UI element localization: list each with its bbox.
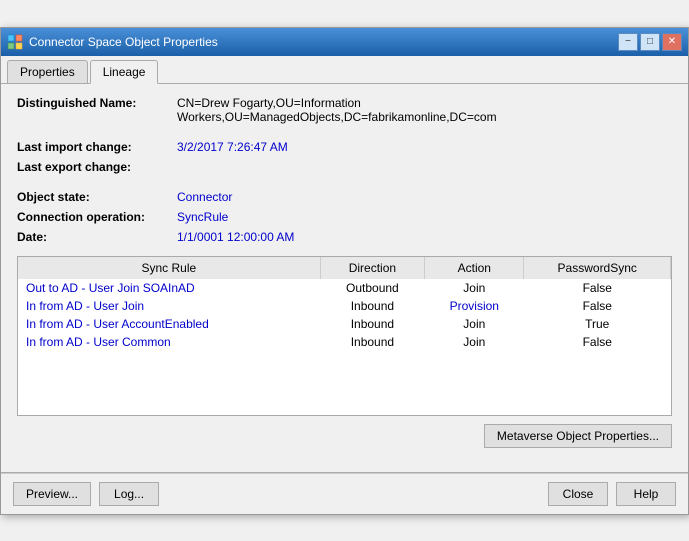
footer: Preview... Log... Close Help bbox=[1, 473, 688, 514]
metaverse-btn-row: Metaverse Object Properties... bbox=[17, 424, 672, 448]
connection-operation-label: Connection operation: bbox=[17, 210, 177, 224]
preview-button[interactable]: Preview... bbox=[13, 482, 91, 506]
action-cell: Provision bbox=[425, 297, 524, 315]
date-row: Date: 1/1/0001 12:00:00 AM bbox=[17, 230, 672, 244]
footer-right-buttons: Close Help bbox=[548, 482, 676, 506]
content-area: Distinguished Name: CN=Drew Fogarty,OU=I… bbox=[1, 84, 688, 464]
date-value: 1/1/0001 12:00:00 AM bbox=[177, 230, 294, 244]
passwordsync-cell: True bbox=[524, 315, 671, 333]
table-row: In from AD - User AccountEnabledInboundJ… bbox=[18, 315, 671, 333]
metaverse-properties-button[interactable]: Metaverse Object Properties... bbox=[484, 424, 672, 448]
sync-rule-cell[interactable]: In from AD - User AccountEnabled bbox=[18, 315, 320, 333]
col-action: Action bbox=[425, 257, 524, 279]
col-sync-rule: Sync Rule bbox=[18, 257, 320, 279]
table-row: In from AD - User JoinInboundProvisionFa… bbox=[18, 297, 671, 315]
object-state-row: Object state: Connector bbox=[17, 190, 672, 204]
col-passwordsync: PasswordSync bbox=[524, 257, 671, 279]
action-cell: Join bbox=[425, 333, 524, 351]
passwordsync-cell: False bbox=[524, 333, 671, 351]
distinguished-name-row: Distinguished Name: CN=Drew Fogarty,OU=I… bbox=[17, 96, 672, 124]
direction-cell: Outbound bbox=[320, 279, 424, 297]
object-state-value: Connector bbox=[177, 190, 232, 204]
action-cell: Join bbox=[425, 315, 524, 333]
sync-rule-cell[interactable]: Out to AD - User Join SOAInAD bbox=[18, 279, 320, 297]
minimize-button[interactable]: − bbox=[618, 33, 638, 51]
title-bar-buttons: − □ ✕ bbox=[618, 33, 682, 51]
window-icon bbox=[7, 34, 23, 50]
main-window: Connector Space Object Properties − □ ✕ … bbox=[0, 27, 689, 515]
date-label: Date: bbox=[17, 230, 177, 244]
passwordsync-cell: False bbox=[524, 297, 671, 315]
distinguished-name-value: CN=Drew Fogarty,OU=Information Workers,O… bbox=[177, 96, 672, 124]
table-row: Out to AD - User Join SOAInADOutboundJoi… bbox=[18, 279, 671, 297]
window-title: Connector Space Object Properties bbox=[29, 35, 218, 49]
close-window-button[interactable]: ✕ bbox=[662, 33, 682, 51]
maximize-button[interactable]: □ bbox=[640, 33, 660, 51]
connection-operation-row: Connection operation: SyncRule bbox=[17, 210, 672, 224]
last-export-label: Last export change: bbox=[17, 160, 177, 174]
last-import-value: 3/2/2017 7:26:47 AM bbox=[177, 140, 288, 154]
direction-cell: Inbound bbox=[320, 297, 424, 315]
tab-bar: Properties Lineage bbox=[1, 56, 688, 84]
action-cell: Join bbox=[425, 279, 524, 297]
tab-lineage[interactable]: Lineage bbox=[90, 60, 159, 84]
last-export-row: Last export change: bbox=[17, 160, 672, 174]
table-header-row: Sync Rule Direction Action PasswordSync bbox=[18, 257, 671, 279]
sync-rule-cell[interactable]: In from AD - User Common bbox=[18, 333, 320, 351]
sync-rule-cell[interactable]: In from AD - User Join bbox=[18, 297, 320, 315]
connection-operation-value: SyncRule bbox=[177, 210, 228, 224]
sync-rules-table-container: Sync Rule Direction Action PasswordSync … bbox=[17, 256, 672, 416]
distinguished-name-label: Distinguished Name: bbox=[17, 96, 177, 110]
close-button[interactable]: Close bbox=[548, 482, 608, 506]
help-button[interactable]: Help bbox=[616, 482, 676, 506]
footer-left-buttons: Preview... Log... bbox=[13, 482, 159, 506]
sync-rules-table: Sync Rule Direction Action PasswordSync … bbox=[18, 257, 671, 351]
last-import-row: Last import change: 3/2/2017 7:26:47 AM bbox=[17, 140, 672, 154]
title-bar: Connector Space Object Properties − □ ✕ bbox=[1, 28, 688, 56]
passwordsync-cell: False bbox=[524, 279, 671, 297]
tab-properties[interactable]: Properties bbox=[7, 60, 88, 83]
direction-cell: Inbound bbox=[320, 333, 424, 351]
log-button[interactable]: Log... bbox=[99, 482, 159, 506]
title-bar-left: Connector Space Object Properties bbox=[7, 34, 218, 50]
table-row: In from AD - User CommonInboundJoinFalse bbox=[18, 333, 671, 351]
direction-cell: Inbound bbox=[320, 315, 424, 333]
last-import-label: Last import change: bbox=[17, 140, 177, 154]
col-direction: Direction bbox=[320, 257, 424, 279]
object-state-label: Object state: bbox=[17, 190, 177, 204]
